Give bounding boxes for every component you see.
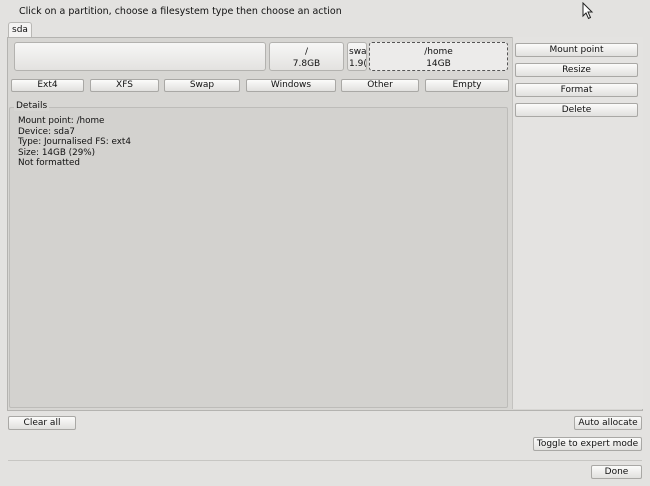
partition-root[interactable]: / 7.8GB: [269, 42, 344, 71]
partition-unlabeled[interactable]: [14, 42, 266, 71]
fs-other-button[interactable]: Other: [341, 79, 419, 92]
disk-tab-sda[interactable]: sda: [8, 22, 32, 38]
clear-all-button[interactable]: Clear all: [8, 416, 76, 430]
format-button[interactable]: Format: [515, 83, 638, 97]
details-type: Type: Journalised FS: ext4: [18, 137, 131, 147]
resize-button[interactable]: Resize: [515, 63, 638, 77]
details-info: Mount point: /home Device: sda7 Type: Jo…: [18, 116, 131, 169]
partition-mount-label: swa: [349, 47, 367, 57]
details-mount-point: Mount point: /home: [18, 116, 105, 126]
partition-size-label: 14GB: [426, 59, 451, 69]
instruction-text: Click on a partition, choose a filesyste…: [19, 6, 342, 17]
mouse-cursor-icon: [582, 2, 594, 20]
partition-home[interactable]: /home 14GB: [369, 42, 508, 71]
fs-windows-button[interactable]: Windows: [246, 79, 336, 92]
mount-point-button[interactable]: Mount point: [515, 43, 638, 57]
auto-allocate-button[interactable]: Auto allocate: [574, 416, 642, 430]
fs-xfs-button[interactable]: XFS: [90, 79, 159, 92]
delete-button[interactable]: Delete: [515, 103, 638, 117]
partition-swap[interactable]: swa 1.9(: [347, 42, 367, 71]
details-size: Size: 14GB (29%): [18, 147, 96, 158]
details-format-status: Not formatted: [18, 158, 81, 168]
partition-mount-label: /home: [424, 47, 453, 57]
partition-mount-label: /: [304, 47, 309, 57]
done-button[interactable]: Done: [591, 465, 642, 479]
fs-swap-button[interactable]: Swap: [164, 79, 240, 92]
details-device: Device: sda7: [18, 126, 75, 137]
details-legend: Details: [14, 101, 50, 111]
bottom-separator: [8, 460, 642, 461]
partition-size-label: 7.8GB: [292, 59, 321, 69]
toggle-expert-mode-button[interactable]: Toggle to expert mode: [533, 437, 642, 451]
partition-size-label: 1.9(: [349, 59, 367, 69]
fs-ext4-button[interactable]: Ext4: [11, 79, 84, 92]
fs-empty-button[interactable]: Empty: [425, 79, 509, 92]
